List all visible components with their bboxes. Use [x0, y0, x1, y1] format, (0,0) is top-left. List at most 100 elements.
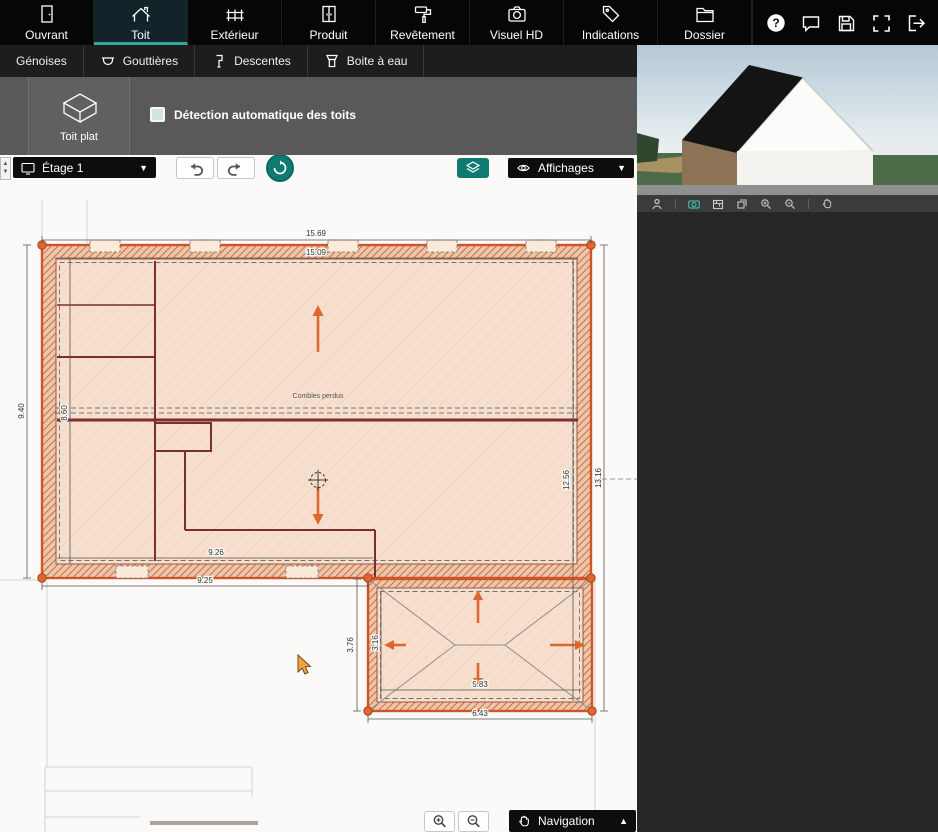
- tab-label: Ouvrant: [25, 28, 68, 42]
- undo-button[interactable]: [176, 157, 214, 179]
- toolbar-separator: [808, 199, 809, 209]
- roof-tool-panel: Toit plat Détection automatique des toit…: [0, 77, 637, 155]
- dim-right-outer: 13.16: [594, 467, 603, 488]
- distant-wall: [873, 141, 938, 155]
- tab-ouvrant[interactable]: Ouvrant: [0, 0, 94, 45]
- chevron-down-icon: ▼: [139, 163, 148, 173]
- tab-label: Extérieur: [210, 28, 258, 42]
- layers-button[interactable]: [457, 158, 489, 178]
- flat-roof-label: Toit plat: [60, 131, 98, 143]
- furniture-icon: [318, 3, 340, 25]
- dim-bottom-outer: 9.25: [197, 576, 213, 585]
- dim-right-inner: 12.56: [562, 469, 571, 490]
- zoom-in-3d-icon[interactable]: [760, 198, 772, 210]
- main-toolbar: Ouvrant Toit Extérieur Produit Revêtemen…: [0, 0, 938, 45]
- 3d-preview-viewport[interactable]: [637, 45, 938, 195]
- eye-icon: [516, 161, 531, 175]
- dim-annex-left-inner: 3.16: [371, 635, 380, 651]
- dim-bottom-inner: 9.26: [208, 548, 224, 557]
- help-button[interactable]: ?: [765, 12, 786, 33]
- tab-produit[interactable]: Produit: [282, 0, 376, 45]
- dim-top-outer: 15.69: [306, 229, 327, 238]
- auto-detect-checkbox[interactable]: [150, 107, 165, 122]
- tab-indications[interactable]: Indications: [564, 0, 658, 45]
- camera-view-icon[interactable]: [688, 198, 700, 210]
- tab-label: Dossier: [684, 28, 725, 42]
- flat-roof-icon: [56, 89, 102, 125]
- displays-label: Affichages: [538, 161, 594, 175]
- road: [637, 185, 938, 195]
- chevron-down-icon: ▼: [617, 163, 626, 173]
- ribbon-item-gouttieres[interactable]: Gouttières: [84, 45, 195, 77]
- floor-selector[interactable]: Étage 1 ▼: [13, 157, 156, 178]
- room-label: Combles perdus: [293, 393, 344, 400]
- folder-icon: [694, 3, 716, 25]
- hand-icon: [517, 814, 531, 829]
- exit-icon[interactable]: [905, 12, 926, 33]
- stepper-down-icon[interactable]: ▼: [3, 169, 9, 177]
- mouse-cursor: [298, 655, 311, 674]
- floor-stepper[interactable]: ▲▼: [0, 157, 11, 180]
- avatar-view-icon[interactable]: [651, 198, 663, 210]
- floor-icon: [21, 161, 35, 175]
- navigation-dropdown[interactable]: Navigation ▲: [509, 810, 636, 832]
- auto-detect-label: Détection automatique des toits: [174, 108, 356, 122]
- plan-canvas[interactable]: 15.69 15.09 9.40 8.60 12.56 13.16 9.26 9…: [0, 155, 637, 832]
- walls-view-icon[interactable]: [712, 198, 724, 210]
- pan-hand-icon[interactable]: [821, 198, 833, 210]
- ribbon-item-label: Génoises: [16, 54, 67, 68]
- ribbon-item-genoises[interactable]: Génoises: [0, 45, 84, 77]
- water-box-icon: [324, 53, 340, 69]
- house-wall-3d: [737, 151, 873, 187]
- fence-icon: [224, 3, 246, 25]
- duplicate-view-icon[interactable]: [736, 198, 748, 210]
- fullscreen-icon[interactable]: [870, 12, 891, 33]
- ribbon-item-label: Descentes: [234, 54, 291, 68]
- stepper-up-icon[interactable]: ▲: [3, 161, 9, 169]
- roof-sub-toolbar: Génoises Gouttières Descentes Boite à ea…: [0, 45, 637, 77]
- chevron-up-icon: ▲: [619, 816, 628, 826]
- redo-button[interactable]: [217, 157, 255, 179]
- 3d-scene: [637, 45, 938, 195]
- flat-roof-tool[interactable]: Toit plat: [28, 77, 130, 155]
- roof-icon: [130, 3, 152, 25]
- paint-roller-icon: [412, 3, 434, 25]
- redo-icon: [226, 158, 246, 178]
- floor-plan-drawing[interactable]: 15.69 15.09 9.40 8.60 12.56 13.16 9.26 9…: [0, 155, 637, 832]
- tab-dossier[interactable]: Dossier: [658, 0, 752, 45]
- dim-annex-left-outer: 3.76: [346, 637, 355, 653]
- dim-top-inner: 15.09: [306, 248, 327, 257]
- tag-icon: [600, 3, 622, 25]
- toolbar-separator: [675, 199, 676, 209]
- zoom-out-icon: [466, 814, 482, 829]
- main-roof-shape[interactable]: [42, 245, 591, 578]
- navigation-label: Navigation: [538, 814, 595, 828]
- save-icon[interactable]: [835, 12, 856, 33]
- zoom-in-button[interactable]: [424, 811, 455, 832]
- dim-left-outer: 9.40: [17, 403, 26, 419]
- application-window: Ouvrant Toit Extérieur Produit Revêtemen…: [0, 0, 938, 832]
- gutter-icon: [100, 53, 116, 69]
- tab-visuel-hd[interactable]: Visuel HD: [470, 0, 564, 45]
- zoom-out-3d-icon[interactable]: [784, 198, 796, 210]
- tab-toit[interactable]: Toit: [94, 0, 188, 45]
- comment-icon[interactable]: [800, 12, 821, 33]
- roof-tool-button[interactable]: [266, 155, 294, 182]
- ribbon-item-boite-a-eau[interactable]: Boite à eau: [308, 45, 425, 77]
- camera-icon: [506, 3, 528, 25]
- ribbon-item-descentes[interactable]: Descentes: [195, 45, 308, 77]
- displays-dropdown[interactable]: Affichages ▼: [508, 158, 634, 178]
- tab-label: Indications: [582, 28, 639, 42]
- door-icon: [36, 3, 58, 25]
- zoom-out-button[interactable]: [458, 811, 489, 832]
- undo-icon: [185, 158, 205, 178]
- ribbon-item-label: Gouttières: [123, 54, 178, 68]
- toolbar-actions: ?: [752, 0, 938, 45]
- tab-exterieur[interactable]: Extérieur: [188, 0, 282, 45]
- circular-arrow-icon: [272, 160, 288, 176]
- svg-text:?: ?: [772, 15, 779, 29]
- dim-annex-bottom-outer: 6.43: [472, 709, 488, 718]
- dim-left-inner: 8.60: [60, 405, 69, 421]
- downspout-icon: [211, 53, 227, 69]
- tab-revetement[interactable]: Revêtement: [376, 0, 470, 45]
